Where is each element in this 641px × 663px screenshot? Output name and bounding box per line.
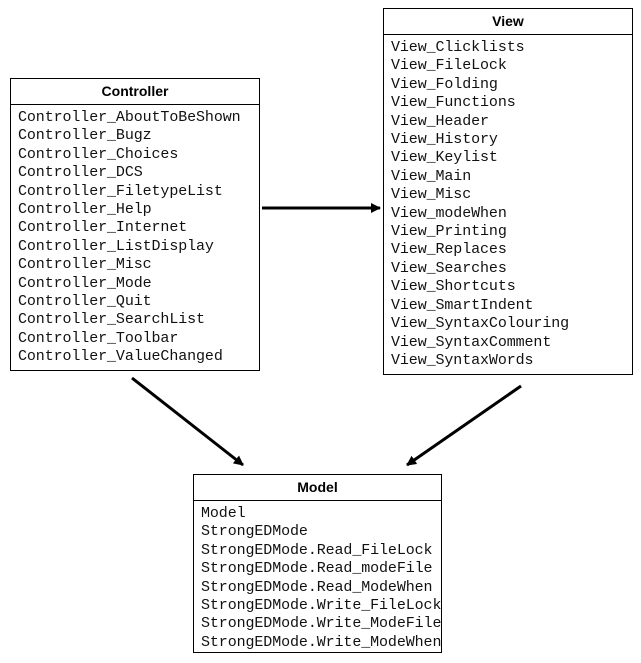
- controller-item: Controller_Quit: [18, 293, 152, 311]
- view-item: View_Replaces: [391, 241, 507, 259]
- view-item: View_Misc: [391, 186, 472, 204]
- controller-item: Controller_ValueChanged: [18, 348, 223, 366]
- model-item: StrongEDMode.Read_ModeWhen: [201, 578, 433, 596]
- view-items: View_Clicklists View_FileLock View_Folding…: [384, 35, 632, 370]
- view-item: View_FileLock: [391, 57, 507, 75]
- controller-item: Controller_Misc: [18, 256, 152, 274]
- view-item: View_Functions: [391, 94, 516, 112]
- model-item: StrongEDMode.Read_FileLock: [201, 541, 433, 559]
- view-item: View_Main: [391, 167, 472, 185]
- controller-item: Controller_Bugz: [18, 127, 152, 145]
- view-item: View_SmartIndent: [391, 296, 534, 314]
- controller-item: Controller_Toolbar: [18, 329, 179, 347]
- controller-box: Controller Controller_AboutToBeShown Cont…: [10, 78, 260, 371]
- view-title: View: [384, 9, 632, 35]
- controller-title: Controller: [11, 79, 259, 105]
- view-item: View_SyntaxWords: [391, 351, 534, 369]
- controller-item: Controller_Choices: [18, 145, 179, 163]
- view-box: View View_Clicklists View_FileLock View_Fo…: [383, 8, 633, 375]
- model-item: StrongEDMode.Write_ModeWhen: [201, 633, 442, 651]
- model-item: Model: [201, 505, 246, 522]
- view-item: View_Printing: [391, 223, 507, 241]
- controller-item: Controller_ListDisplay: [18, 237, 214, 255]
- model-item: StrongEDMode: [201, 523, 308, 541]
- controller-items: Controller_AboutToBeShown Controller_Bugz…: [11, 105, 259, 367]
- view-item: View_SyntaxComment: [391, 333, 552, 351]
- controller-item: Controller_Help: [18, 201, 152, 219]
- model-item: StrongEDMode.Write_ModeFile: [201, 615, 442, 633]
- view-item: View_History: [391, 131, 498, 149]
- view-item: View_Searches: [391, 259, 507, 277]
- view-item: View_Header: [391, 112, 489, 130]
- controller-item: Controller_SearchList: [18, 311, 205, 329]
- controller-item: Controller_Mode: [18, 274, 152, 292]
- view-item: View_modeWhen: [391, 204, 507, 222]
- controller-item: Controller_DCS: [18, 164, 143, 182]
- model-title: Model: [194, 475, 441, 501]
- view-item: View_Shortcuts: [391, 278, 516, 296]
- model-box: Model Model StrongEDMode StrongEDMode.Read…: [193, 474, 442, 653]
- controller-item: Controller_FiletypeList: [18, 182, 223, 200]
- controller-item: Controller_Internet: [18, 219, 188, 237]
- model-item: StrongEDMode.Write_FileLock: [201, 597, 442, 615]
- view-item: View_Clicklists: [391, 39, 525, 56]
- model-item: StrongEDMode.Read_modeFile: [201, 560, 433, 578]
- arrow-view-to-model: [406, 384, 522, 467]
- view-item: View_SyntaxColouring: [391, 315, 570, 333]
- controller-item: Controller_AboutToBeShown: [18, 109, 241, 126]
- view-item: View_Keylist: [391, 149, 498, 167]
- view-item: View_Folding: [391, 75, 498, 93]
- arrow-controller-to-model: [131, 376, 244, 467]
- model-items: Model StrongEDMode StrongEDMode.Read_FileL…: [194, 501, 441, 652]
